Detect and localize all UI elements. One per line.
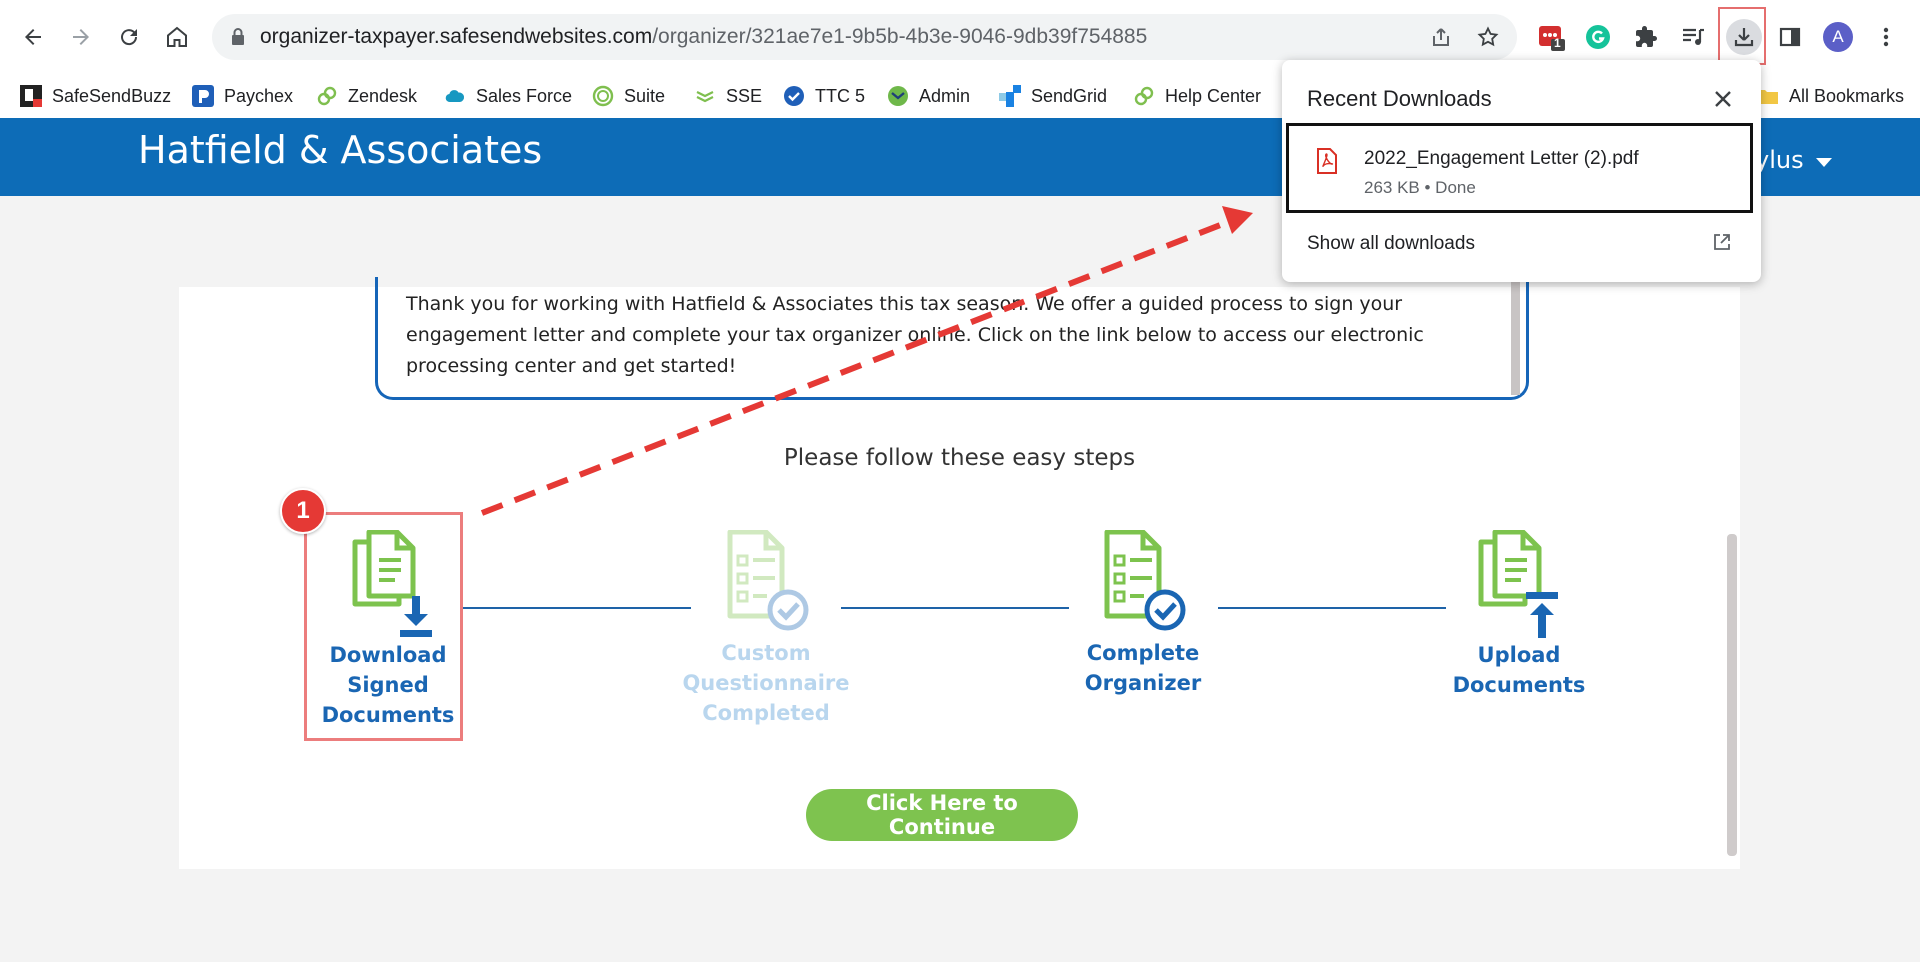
url-host: organizer-taxpayer.safesendwebsites.com bbox=[260, 25, 653, 48]
step-number-badge: 1 bbox=[280, 488, 326, 534]
extensions-button[interactable] bbox=[1630, 21, 1662, 53]
side-panel-button[interactable] bbox=[1774, 21, 1806, 53]
extension-red[interactable]: 1 bbox=[1535, 21, 1567, 53]
bookmark-help-center[interactable]: Help Center bbox=[1133, 74, 1261, 118]
step-label: Complete Organizer bbox=[1084, 641, 1202, 695]
step-connector bbox=[1218, 607, 1446, 609]
lock-icon[interactable] bbox=[226, 25, 250, 49]
steps-title: Please follow these easy steps bbox=[783, 445, 1136, 471]
pdf-file-icon bbox=[1317, 148, 1337, 174]
admin-icon bbox=[888, 86, 908, 106]
bookmark-label: Paychex bbox=[224, 85, 294, 106]
bookmark-label: SafeSendBuzz bbox=[52, 85, 172, 106]
bookmark-label: Help Center bbox=[1165, 85, 1262, 106]
show-all-downloads-link[interactable]: Show all downloads bbox=[1307, 233, 1475, 255]
bookmark-zendesk[interactable]: Zendesk bbox=[316, 74, 417, 118]
ttc-check-icon bbox=[784, 86, 804, 106]
download-item[interactable]: 2022_Engagement Letter (2).pdf 263 KB • … bbox=[1286, 123, 1753, 213]
vertical-dots-icon bbox=[1883, 27, 1889, 47]
help-center-icon bbox=[1134, 86, 1154, 106]
step-label: Upload Documents bbox=[1452, 643, 1586, 697]
bookmark-suite[interactable]: Suite bbox=[592, 74, 665, 118]
zendesk-icon bbox=[317, 86, 337, 106]
forward-arrow-icon bbox=[73, 29, 89, 45]
downloads-title: Recent Downloads bbox=[1307, 86, 1492, 111]
upload-document-icon bbox=[1478, 530, 1558, 638]
all-bookmarks[interactable]: All Bookmarks bbox=[1757, 74, 1904, 118]
bookmark-star-icon[interactable] bbox=[1476, 25, 1500, 49]
bookmark-label: SendGrid bbox=[1031, 85, 1108, 106]
bookmark-safesendbuzz[interactable]: SafeSendBuzz bbox=[20, 74, 171, 118]
back-arrow-icon bbox=[25, 29, 41, 45]
forward-button[interactable] bbox=[64, 20, 98, 54]
share-icon[interactable] bbox=[1429, 25, 1453, 49]
organizer-checklist-icon bbox=[1104, 530, 1186, 631]
home-icon bbox=[167, 26, 187, 47]
grammarly-extension[interactable] bbox=[1582, 21, 1614, 53]
reload-button[interactable] bbox=[112, 20, 146, 54]
step-connector bbox=[463, 607, 691, 609]
user-menu[interactable]: ylus bbox=[1755, 146, 1833, 174]
sse-icon bbox=[696, 91, 714, 103]
step-upload-documents[interactable]: Upload Documents bbox=[1434, 530, 1604, 730]
close-icon[interactable] bbox=[1712, 88, 1734, 110]
bookmark-salesforce[interactable]: Sales Force bbox=[444, 74, 572, 118]
downloads-bubble: Recent Downloads 2022_Engagement Letter … bbox=[1282, 60, 1761, 282]
bookmark-label: Sales Force bbox=[476, 85, 573, 106]
step-label: Custom Questionnaire Completed bbox=[682, 641, 850, 725]
sendgrid-icon bbox=[999, 85, 1021, 107]
media-control-button[interactable] bbox=[1678, 21, 1710, 53]
firm-name: Hatfield & Associates bbox=[138, 128, 543, 172]
download-file-name: 2022_Engagement Letter (2).pdf bbox=[1364, 148, 1639, 169]
home-button[interactable] bbox=[160, 20, 194, 54]
message-scrollbar[interactable] bbox=[1511, 277, 1520, 395]
bookmark-label: Suite bbox=[624, 85, 666, 106]
engagement-message-box: Thank you for working with Hatfield & As… bbox=[375, 277, 1529, 400]
continue-button[interactable]: Click Here to Continue bbox=[806, 789, 1078, 841]
profile-button[interactable]: A bbox=[1822, 21, 1854, 53]
bookmark-admin[interactable]: Admin bbox=[887, 74, 970, 118]
address-bar[interactable]: organizer-taxpayer.safesendwebsites.com/… bbox=[212, 14, 1517, 60]
engagement-message: Thank you for working with Hatfield & As… bbox=[406, 293, 1424, 377]
media-queue-icon bbox=[1683, 28, 1704, 45]
suite-ring-icon bbox=[592, 85, 614, 107]
open-external-icon[interactable] bbox=[1712, 232, 1732, 252]
url-text[interactable]: organizer-taxpayer.safesendwebsites.com/… bbox=[260, 14, 1147, 60]
download-file-meta: 263 KB • Done bbox=[1364, 178, 1476, 197]
back-button[interactable] bbox=[16, 20, 50, 54]
bookmark-paychex[interactable]: Paychex bbox=[192, 74, 293, 118]
grammarly-icon bbox=[1586, 25, 1610, 49]
bookmark-sendgrid[interactable]: SendGrid bbox=[999, 74, 1107, 118]
downloads-button-highlight bbox=[1718, 7, 1766, 65]
caret-down-icon bbox=[1816, 158, 1833, 167]
bookmark-label: SSE bbox=[726, 85, 763, 106]
url-path: /organizer/321ae7e1-9b5b-4b3e-9046-9db39… bbox=[652, 25, 1148, 48]
chrome-menu-button[interactable] bbox=[1870, 21, 1902, 53]
extension-badge-count: 1 bbox=[1554, 36, 1561, 50]
questionnaire-checklist-icon bbox=[727, 530, 809, 631]
bookmark-label: Zendesk bbox=[348, 85, 418, 106]
side-panel-icon bbox=[1779, 27, 1801, 47]
bookmark-sse[interactable]: SSE bbox=[694, 74, 762, 118]
step-connector bbox=[841, 607, 1069, 609]
bookmark-label: Admin bbox=[919, 85, 971, 106]
safesendbuzz-icon bbox=[20, 85, 42, 107]
profile-avatar: A bbox=[1823, 22, 1853, 52]
step-custom-questionnaire: Custom Questionnaire Completed bbox=[681, 530, 851, 730]
page-scrollbar[interactable] bbox=[1727, 534, 1737, 856]
step-complete-organizer[interactable]: Complete Organizer bbox=[1058, 530, 1228, 730]
user-name: ylus bbox=[1755, 146, 1804, 174]
paychex-icon bbox=[192, 85, 214, 107]
bookmark-label: TTC 5 bbox=[815, 85, 866, 106]
step-highlight-box bbox=[304, 512, 463, 741]
reload-icon bbox=[121, 29, 138, 46]
puzzle-piece-icon bbox=[1636, 26, 1657, 47]
salesforce-cloud-icon bbox=[445, 90, 465, 103]
bookmark-ttc5[interactable]: TTC 5 bbox=[783, 74, 865, 118]
all-bookmarks-label: All Bookmarks bbox=[1789, 85, 1905, 106]
